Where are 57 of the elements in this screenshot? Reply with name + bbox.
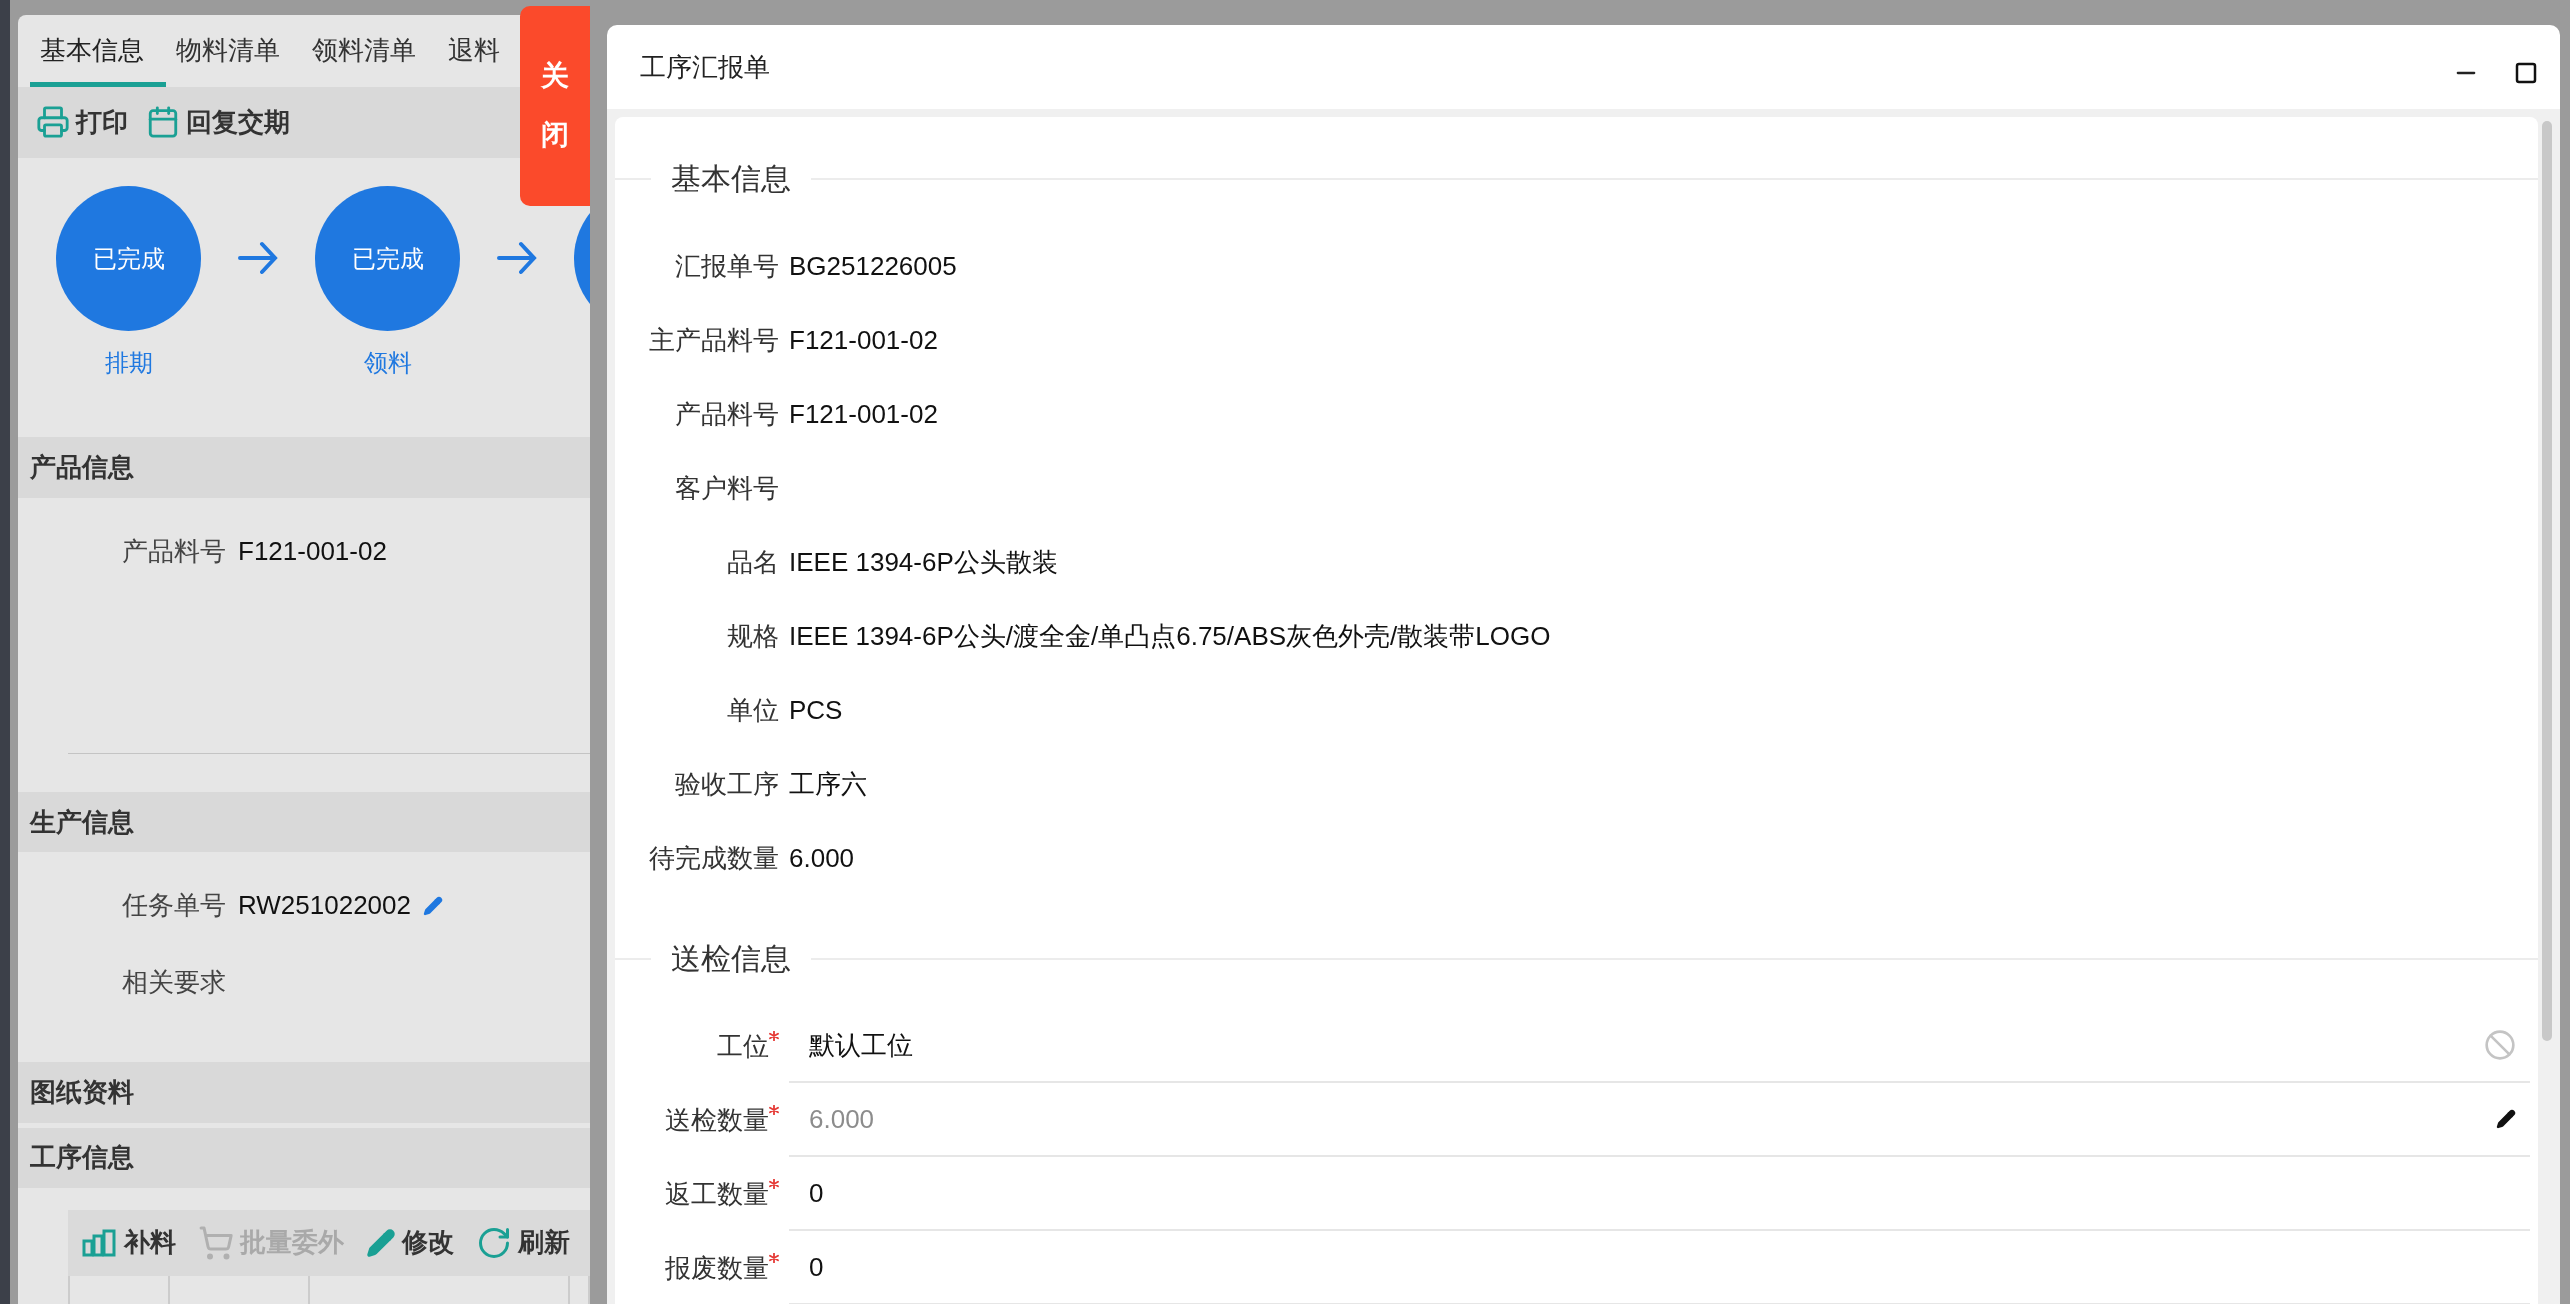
input-field[interactable]: 0 bbox=[789, 1231, 2516, 1303]
field-label: 任务单号 bbox=[122, 889, 226, 923]
toolbar-button[interactable]: 修改 bbox=[366, 1225, 454, 1261]
field-label: 规格 bbox=[726, 619, 780, 653]
dialog-title: 工序汇报单 bbox=[640, 50, 771, 84]
field-value: IEEE 1394-6P公头/渡全金/单凸点6.75/ABS灰色外壳/散装带LOGO bbox=[789, 619, 1552, 653]
tab[interactable]: 领料清单 bbox=[302, 15, 438, 87]
calendar-icon bbox=[146, 105, 180, 140]
field-label: 单位 bbox=[726, 693, 780, 727]
field-label: 品名 bbox=[726, 545, 780, 579]
section-title: 图纸资料 bbox=[30, 1076, 134, 1109]
printer-icon bbox=[36, 105, 70, 140]
field-label: 返工数量 bbox=[665, 1177, 769, 1211]
section-title: 基本信息 bbox=[670, 160, 792, 197]
field-label: 主产品料号 bbox=[648, 323, 780, 357]
pencil-icon[interactable] bbox=[2496, 1109, 2516, 1129]
field-value: 6.000 bbox=[789, 841, 856, 875]
field-label: 客户料号 bbox=[674, 471, 780, 505]
section-title: 生产信息 bbox=[30, 805, 134, 839]
field-value: IEEE 1394-6P公头散装 bbox=[789, 545, 1059, 579]
stacked-bars-icon bbox=[82, 1228, 118, 1257]
tab[interactable]: 物料清单 bbox=[166, 15, 302, 87]
maximize-icon[interactable] bbox=[2514, 61, 2538, 85]
status-circle: 已完成 bbox=[56, 186, 201, 332]
scrollbar[interactable] bbox=[2542, 121, 2552, 1041]
section-title: 送检信息 bbox=[670, 940, 792, 977]
field-value: PCS bbox=[789, 693, 844, 727]
toolbar-button[interactable]: 补料 bbox=[82, 1225, 176, 1261]
section-title: 产品信息 bbox=[30, 451, 134, 484]
toolbar-button[interactable]: 刷新 bbox=[476, 1224, 570, 1261]
field-value: F121-001-02 bbox=[789, 323, 939, 357]
field-label: 验收工序 bbox=[674, 767, 780, 801]
input-field[interactable]: 0 bbox=[789, 1157, 2516, 1229]
step-label: 领料 bbox=[363, 348, 412, 379]
toolbar-button[interactable]: 打印 bbox=[36, 104, 128, 140]
field-value: BG251226005 bbox=[789, 249, 958, 283]
toolbar-button[interactable]: 回复交期 bbox=[146, 104, 290, 140]
field-label: 送检数量 bbox=[665, 1103, 769, 1137]
section-title: 工序信息 bbox=[30, 1141, 134, 1175]
field-value: F121-001-02 bbox=[789, 397, 939, 431]
field-value: RW251022002 bbox=[238, 890, 411, 922]
tab[interactable]: 退料 bbox=[438, 15, 522, 87]
cart-icon bbox=[198, 1224, 234, 1261]
field-label: 产品料号 bbox=[122, 534, 226, 568]
status-circle: 已完成 bbox=[315, 186, 460, 332]
field-value: F121-001-02 bbox=[238, 535, 387, 567]
input-field[interactable]: 默认工位 bbox=[789, 1009, 2484, 1081]
field-label: 工位 bbox=[717, 1029, 769, 1063]
step-label: 排期 bbox=[104, 348, 153, 379]
field-label: 报废数量 bbox=[665, 1251, 769, 1285]
field-value: 工序六 bbox=[789, 767, 868, 801]
field-label: 产品料号 bbox=[674, 397, 780, 431]
field-label: 待完成数量 bbox=[648, 841, 780, 875]
field-label: 相关要求 bbox=[122, 966, 226, 1000]
input-field[interactable]: 6.000 bbox=[789, 1083, 2496, 1155]
field-label: 汇报单号 bbox=[674, 249, 780, 283]
pencil-icon bbox=[366, 1227, 396, 1258]
